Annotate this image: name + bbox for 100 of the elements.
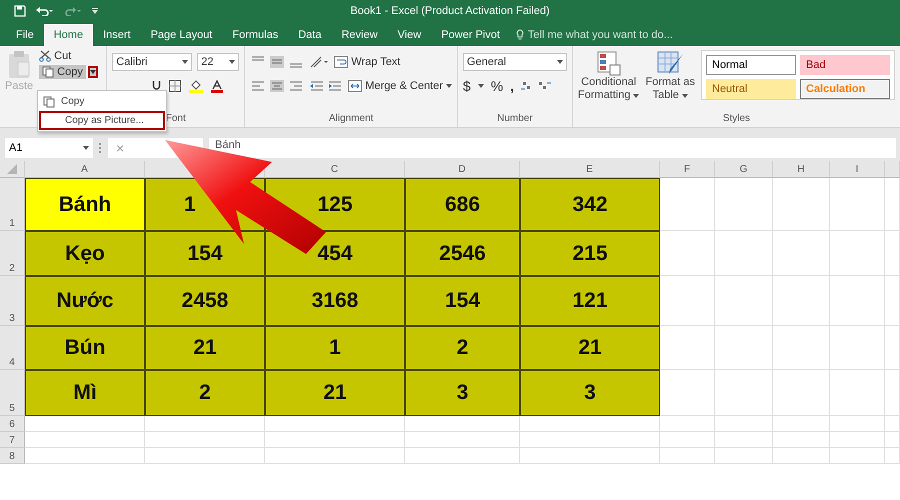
empty-cell[interactable] [830, 231, 885, 276]
cell-style[interactable]: Bad [800, 55, 890, 75]
row-header[interactable]: 2 [0, 231, 25, 276]
comma-button[interactable]: , [510, 78, 514, 94]
empty-cell[interactable] [405, 432, 520, 448]
select-all-icon[interactable] [7, 164, 17, 174]
copy-button[interactable]: Copy [39, 65, 86, 79]
row-header[interactable]: 1 [0, 178, 25, 231]
empty-cell[interactable] [830, 276, 885, 326]
empty-cell[interactable] [773, 432, 830, 448]
column-header[interactable]: G [715, 161, 773, 178]
save-icon[interactable] [14, 5, 26, 17]
ribbon-tab[interactable]: Page Layout [140, 24, 222, 46]
decimal-icon[interactable] [521, 80, 552, 92]
name-box[interactable]: A1 [5, 138, 93, 158]
customize-caret-icon[interactable] [92, 8, 98, 14]
empty-cell[interactable] [885, 432, 900, 448]
conditional-formatting-button[interactable]: Conditional Formatting [578, 50, 640, 113]
empty-cell[interactable] [660, 416, 715, 432]
cell-style[interactable]: Neutral [706, 79, 796, 99]
clipboard-icon[interactable] [7, 50, 32, 80]
column-header[interactable]: C [265, 161, 405, 178]
empty-cell[interactable] [145, 432, 265, 448]
empty-cell[interactable] [715, 432, 773, 448]
ribbon-tab[interactable]: View [388, 24, 432, 46]
row-header[interactable]: 5 [0, 370, 25, 416]
column-header[interactable]: E [520, 161, 660, 178]
empty-cell[interactable] [715, 231, 773, 276]
copy-dropdown-button[interactable] [88, 66, 98, 78]
column-header[interactable]: F [660, 161, 715, 178]
orientation-icon[interactable] [309, 55, 330, 69]
empty-cell[interactable] [265, 416, 405, 432]
empty-cell[interactable] [830, 432, 885, 448]
row-header[interactable]: 7 [0, 432, 25, 448]
column-header[interactable]: H [773, 161, 830, 178]
ribbon-tab[interactable]: Data [288, 24, 332, 46]
undo-icon[interactable] [36, 6, 54, 16]
font-name-field[interactable]: Calibri [112, 53, 192, 71]
empty-cell[interactable] [830, 178, 885, 231]
font-size-field[interactable]: 22 [197, 53, 240, 71]
ribbon-tab[interactable]: Power Pivot [431, 24, 510, 46]
wrap-text-button[interactable]: Wrap Text [334, 56, 400, 68]
indent-icon[interactable] [309, 79, 344, 93]
column-header[interactable] [885, 161, 900, 178]
percent-button[interactable]: % [490, 78, 504, 94]
ribbon-tab[interactable]: Home [44, 24, 94, 46]
empty-cell[interactable] [773, 416, 830, 432]
ribbon-tab[interactable]: Review [331, 24, 388, 46]
column-header[interactable]: I [830, 161, 885, 178]
empty-cell[interactable] [715, 416, 773, 432]
caret-icon [182, 60, 188, 64]
empty-cell[interactable] [885, 231, 900, 276]
row-header[interactable]: 3 [0, 276, 25, 326]
font-color-icon[interactable] [211, 80, 224, 92]
align-center-icon[interactable] [250, 79, 304, 93]
row-header[interactable]: 4 [0, 326, 25, 370]
formula-field[interactable]: Bánh [209, 138, 896, 158]
empty-cell[interactable] [145, 416, 265, 432]
empty-cell[interactable] [773, 276, 830, 326]
empty-cell[interactable] [885, 326, 900, 370]
empty-cell[interactable] [830, 416, 885, 432]
fill-color-icon[interactable] [189, 80, 204, 92]
empty-cell[interactable] [715, 370, 773, 416]
column-header[interactable]: A [25, 161, 145, 178]
empty-cell[interactable] [830, 370, 885, 416]
empty-cell[interactable] [773, 231, 830, 276]
caret-icon [229, 60, 236, 64]
format-as-table-button[interactable]: Format as Table [645, 50, 695, 113]
cut-button[interactable]: Cut [39, 50, 98, 62]
currency-button[interactable]: $ [462, 78, 471, 94]
row-header[interactable]: 6 [0, 416, 25, 432]
ribbon-tab[interactable]: Formulas [222, 24, 288, 46]
empty-cell[interactable] [520, 432, 660, 448]
column-header[interactable]: D [405, 161, 520, 178]
empty-cell[interactable] [830, 326, 885, 370]
empty-cell[interactable] [715, 326, 773, 370]
empty-cell[interactable] [660, 432, 715, 448]
menu-item[interactable]: Copy as Picture... [39, 111, 165, 130]
number-format-field[interactable]: General [462, 53, 567, 71]
ribbon-tab[interactable]: Insert [93, 24, 141, 46]
merge-center-button[interactable]: Merge & Center [348, 80, 452, 92]
cell-style[interactable]: Normal [706, 55, 796, 75]
empty-cell[interactable] [885, 370, 900, 416]
empty-cell[interactable] [405, 416, 520, 432]
grip-icon [99, 142, 102, 154]
empty-cell[interactable] [773, 370, 830, 416]
ribbon-tab[interactable]: File [6, 24, 44, 46]
borders-icon[interactable] [169, 80, 182, 92]
empty-cell[interactable] [773, 178, 830, 231]
empty-cell[interactable] [520, 416, 660, 432]
empty-cell[interactable] [885, 276, 900, 326]
tell-me-field[interactable]: Tell me what you want to do... [516, 24, 673, 46]
empty-cell[interactable] [715, 276, 773, 326]
empty-cell[interactable] [265, 432, 405, 448]
align-top-icon[interactable] [250, 55, 304, 69]
empty-cell[interactable] [885, 416, 900, 432]
empty-cell[interactable] [773, 326, 830, 370]
menu-item[interactable]: Copy [39, 92, 165, 111]
empty-cell[interactable] [715, 178, 773, 231]
row-header[interactable]: 8 [0, 448, 25, 464]
